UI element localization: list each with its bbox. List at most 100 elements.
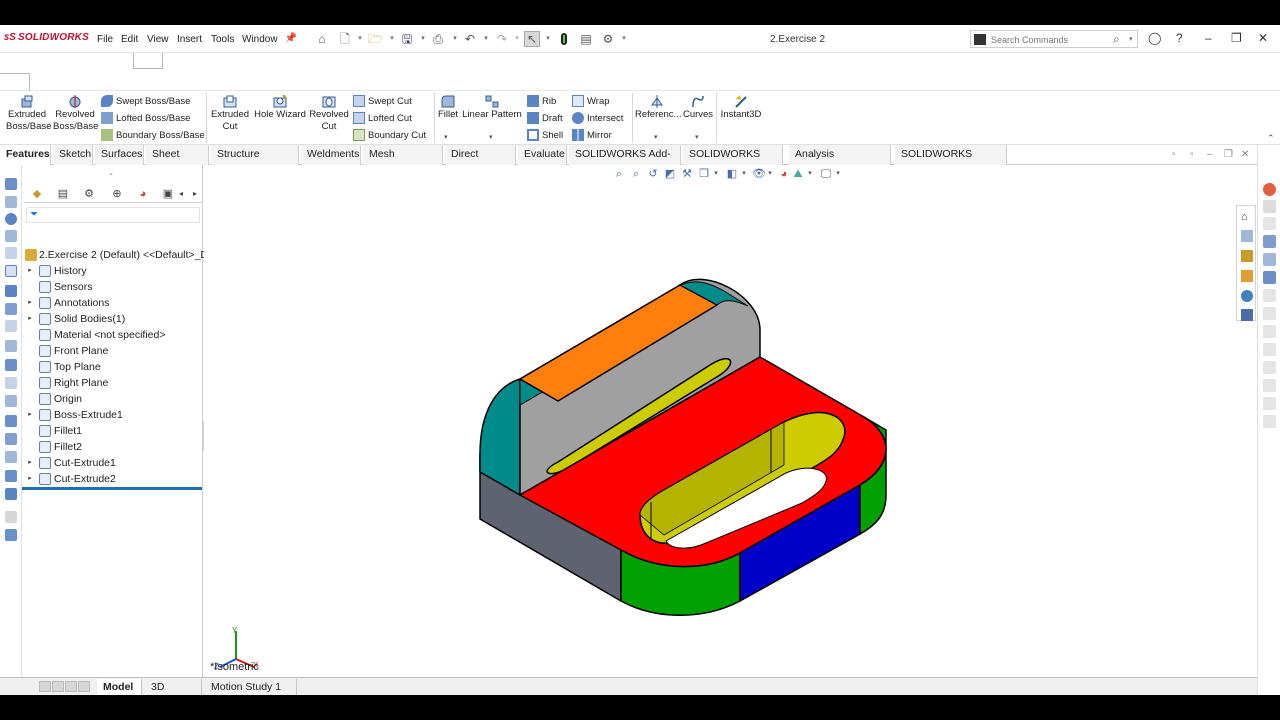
shell-icon[interactable]: [5, 320, 17, 332]
swept-boss-button[interactable]: Swept Boss/Base: [101, 95, 190, 109]
restore-icon[interactable]: ❐: [1224, 149, 1233, 160]
dimxpert-tab-icon[interactable]: ⊕: [110, 187, 124, 201]
menu-edit[interactable]: Edit: [121, 34, 138, 45]
chevron-down-icon[interactable]: ▾: [489, 133, 493, 141]
save-icon[interactable]: 🖫: [400, 32, 414, 46]
pane-icon[interactable]: [1263, 307, 1276, 320]
axis-icon[interactable]: [5, 395, 17, 407]
render-icon[interactable]: [5, 529, 17, 541]
tile-icon[interactable]: ▫: [1190, 149, 1194, 160]
fillet-icon[interactable]: [5, 285, 17, 297]
shell-button[interactable]: Shell: [527, 129, 563, 143]
tab-solidworks-cam[interactable]: SOLIDWORKS CAM: [683, 145, 783, 179]
nav-prev-icon[interactable]: [52, 681, 64, 692]
chevron-down-icon[interactable]: ▾: [620, 32, 628, 46]
chevron-down-icon[interactable]: ▾: [654, 133, 658, 141]
chamfer-icon[interactable]: [5, 303, 17, 315]
rebuild-icon[interactable]: [557, 32, 571, 46]
chevron-down-icon[interactable]: ▾: [451, 32, 459, 46]
wrap-button[interactable]: Wrap: [572, 95, 610, 109]
expand-arrow-icon[interactable]: ▸: [26, 263, 34, 279]
select-icon[interactable]: ↖: [524, 31, 540, 47]
intersect-button[interactable]: Intersect: [572, 112, 623, 126]
help-icon[interactable]: ?: [1176, 31, 1183, 45]
menu-view[interactable]: View: [147, 34, 169, 45]
tab-direct-editing[interactable]: Direct Editing: [445, 145, 516, 179]
pane-icon[interactable]: [1263, 200, 1276, 213]
gear-icon[interactable]: ⚙: [601, 32, 615, 46]
pane-icon[interactable]: [1263, 361, 1276, 374]
command-manager-handle[interactable]: [0, 73, 30, 91]
pin-icon[interactable]: 📌: [284, 32, 298, 46]
expand-arrow-icon[interactable]: ▸: [26, 471, 34, 487]
chevron-down-icon[interactable]: ▾: [482, 32, 490, 46]
display-manager-tab-icon[interactable]: ◕: [136, 187, 150, 201]
folder-icon[interactable]: [1241, 250, 1253, 262]
graphics-area[interactable]: ⌕ ⌕ ↺ ◩ ⚒ ❒ ▾ ◧ ▾ 👁 ▾ ◕ ⛰ ▾ 🖵 ▾ Y X Z *I…: [204, 165, 1257, 677]
expand-arrow-icon[interactable]: ▸: [26, 455, 34, 471]
chevron-down-icon[interactable]: ▾: [1129, 35, 1133, 43]
pane-icon[interactable]: [1263, 289, 1276, 302]
lofted-cut-button[interactable]: Lofted Cut: [353, 112, 412, 126]
chevron-down-icon[interactable]: ▾: [444, 133, 448, 141]
mirror-button[interactable]: Mirror: [572, 129, 612, 143]
home-icon[interactable]: ⌂: [315, 32, 329, 46]
boundary-cut-button[interactable]: Boundary Cut: [353, 129, 426, 143]
extruded-cut-button[interactable]: Extruded Cut: [210, 95, 250, 133]
new-document-icon[interactable]: 🗋: [338, 32, 352, 46]
minimize-icon[interactable]: –: [1205, 31, 1212, 45]
app-logo[interactable]: ƽS SOLIDWORKS: [4, 32, 89, 43]
tab-sketch[interactable]: Sketch: [53, 145, 93, 165]
view-palette-icon[interactable]: [1263, 271, 1276, 284]
user-icon[interactable]: ◯: [1148, 31, 1161, 45]
feature-tree-tab-icon[interactable]: ◆: [30, 187, 44, 201]
nav-first-icon[interactable]: [39, 681, 51, 692]
extrude-icon[interactable]: [5, 178, 17, 190]
nav-last-icon[interactable]: [78, 681, 90, 692]
rollback-bar[interactable]: [22, 487, 202, 490]
rib-button[interactable]: Rib: [527, 95, 556, 109]
pane-icon[interactable]: [1263, 397, 1276, 410]
nav-next-icon[interactable]: [65, 681, 77, 692]
revolve-icon[interactable]: [5, 196, 17, 208]
plane-icon[interactable]: [5, 377, 17, 389]
view-icon[interactable]: [5, 451, 17, 463]
chevron-down-icon[interactable]: ▾: [544, 32, 552, 46]
hole-icon[interactable]: [5, 265, 17, 277]
open-icon[interactable]: 🗁: [368, 32, 383, 46]
cut-icon[interactable]: [5, 247, 17, 259]
tab-structure-system[interactable]: Structure System: [211, 145, 299, 179]
expand-arrow-icon[interactable]: ▸: [26, 295, 34, 311]
panel-expand-icon[interactable]: ⌄: [108, 169, 114, 177]
search-icon[interactable]: ⌕: [1113, 32, 1120, 47]
print-icon[interactable]: ⎙: [431, 32, 445, 46]
tab-model[interactable]: Model: [97, 679, 142, 695]
measure-icon[interactable]: [5, 415, 17, 427]
chevron-down-icon[interactable]: ▾: [513, 32, 521, 46]
swept-cut-button[interactable]: Swept Cut: [353, 95, 412, 109]
selection-filter-tab[interactable]: [133, 53, 163, 69]
draft-button[interactable]: Draft: [527, 112, 563, 126]
menu-window[interactable]: Window: [242, 34, 278, 45]
pane-icon[interactable]: [1263, 343, 1276, 356]
file-properties-icon[interactable]: ▤: [579, 32, 593, 46]
curves-button[interactable]: Curves: [682, 95, 714, 121]
home-icon[interactable]: ⌂: [1241, 211, 1253, 223]
appearance-icon[interactable]: [5, 488, 17, 500]
expand-arrow-icon[interactable]: ▸: [26, 407, 34, 423]
tab-solidworks-add-ins[interactable]: SOLIDWORKS Add-Ins: [569, 145, 681, 179]
chevron-left-icon[interactable]: ◂: [174, 187, 188, 201]
tab-mesh-modeling[interactable]: Mesh Modeling: [363, 145, 443, 179]
close-icon[interactable]: ✕: [1241, 149, 1249, 160]
tab-features[interactable]: Features: [0, 145, 51, 165]
loft-icon[interactable]: [5, 230, 17, 242]
revolved-cut-button[interactable]: Revolved Cut: [309, 95, 349, 133]
tab-motion-study[interactable]: Motion Study 1: [205, 679, 297, 695]
expand-arrow-icon[interactable]: ▸: [26, 311, 34, 327]
appearance-icon[interactable]: [1241, 290, 1253, 302]
display-icon[interactable]: [5, 470, 17, 482]
tab-surfaces[interactable]: Surfaces: [95, 145, 144, 165]
chevron-down-icon[interactable]: ▾: [388, 32, 396, 46]
hole-wizard-button[interactable]: Hole Wizard: [254, 95, 306, 121]
configuration-manager-tab-icon[interactable]: ⚙: [82, 187, 96, 201]
